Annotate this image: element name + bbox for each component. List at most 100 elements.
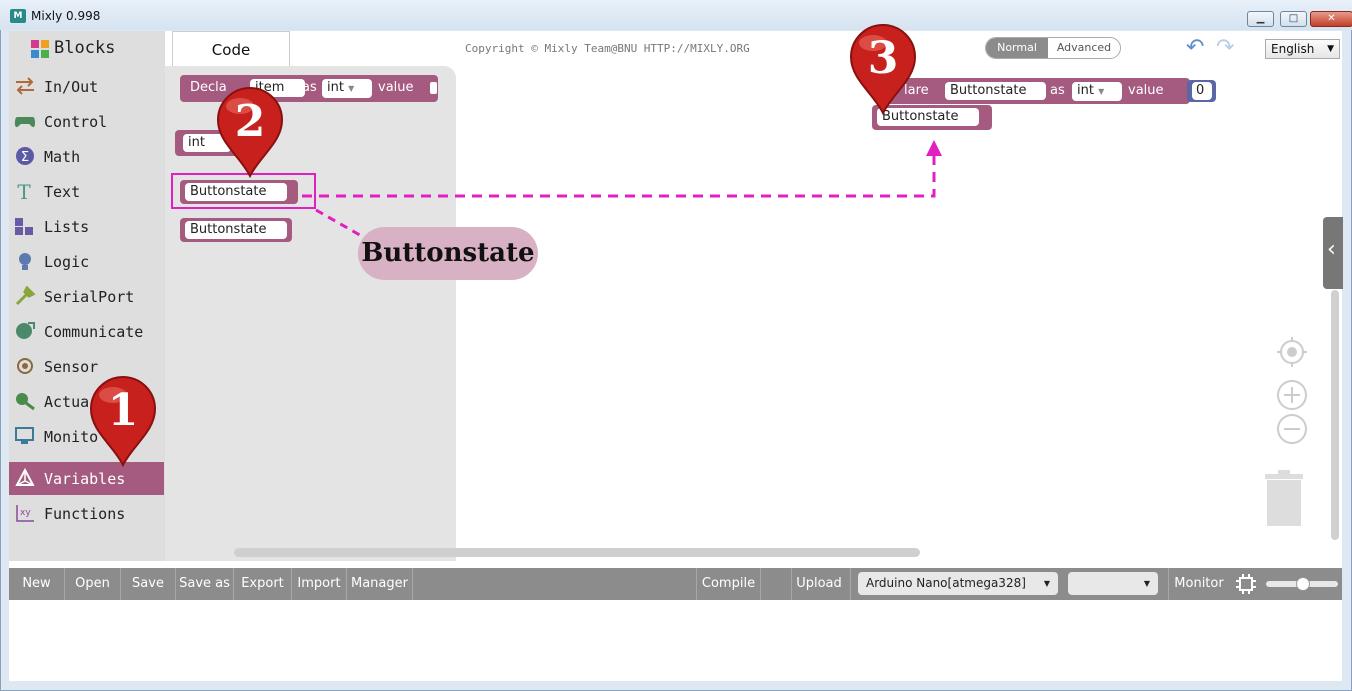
- annotation-text: Buttonstate: [361, 238, 535, 268]
- variable-setter-block[interactable]: Buttonstate: [180, 218, 292, 242]
- maximize-icon: □: [1288, 13, 1299, 24]
- sensor-icon: [17, 358, 33, 374]
- trash-icon[interactable]: [1264, 470, 1304, 528]
- toolbar-divider: [760, 568, 761, 600]
- sidebar-item-label: In/Out: [44, 78, 99, 96]
- mode-normal-button[interactable]: Normal: [986, 38, 1048, 58]
- mode-advanced-button[interactable]: Advanced: [1048, 38, 1120, 58]
- sidebar-item-label: SerialPort: [44, 288, 135, 306]
- arrows-icon: [16, 77, 34, 95]
- new-button[interactable]: New: [9, 568, 64, 600]
- sigma-icon: Σ: [16, 147, 34, 165]
- declare-as-label: as: [302, 80, 317, 95]
- open-button[interactable]: Open: [65, 568, 120, 600]
- workspace-declare-block[interactable]: lare Buttonstate as int ▼ value: [880, 78, 1190, 104]
- mode-toggle[interactable]: Normal Advanced: [985, 37, 1121, 59]
- recenter-icon[interactable]: [1276, 336, 1308, 368]
- app-logo-icon: M: [10, 9, 26, 23]
- maximize-button[interactable]: □: [1280, 11, 1307, 27]
- annotation-bubble: Buttonstate: [358, 227, 538, 280]
- declare-type-value: int: [327, 80, 344, 95]
- toolbar-divider: [412, 568, 413, 600]
- function-icon: xy: [16, 505, 34, 522]
- sidebar-item-lists[interactable]: Lists: [9, 210, 164, 243]
- number-block[interactable]: 0: [1187, 80, 1216, 102]
- declare-value-label: value: [1128, 83, 1164, 98]
- chevron-down-icon: ▼: [1327, 44, 1334, 54]
- close-icon: ✕: [1327, 13, 1336, 24]
- sidebar-item-communicate[interactable]: Communicate: [9, 315, 164, 348]
- toolbar-divider: [850, 568, 851, 600]
- language-value: English: [1271, 42, 1315, 56]
- save-button[interactable]: Save: [121, 568, 175, 600]
- tab-code-label: Code: [211, 41, 251, 59]
- port-select[interactable]: ▼: [1068, 572, 1158, 595]
- board-select[interactable]: Arduino Nano[atmega328] ▼: [858, 572, 1058, 595]
- language-select[interactable]: English ▼: [1265, 39, 1340, 59]
- sidebar-item-serialport[interactable]: SerialPort: [9, 280, 164, 313]
- compile-button[interactable]: Compile: [697, 568, 760, 600]
- sidebar-item-label: Math: [44, 148, 81, 166]
- puzzle-icon: [31, 40, 49, 58]
- svg-text:Σ: Σ: [21, 150, 29, 165]
- sidebar-item-label: Actua: [44, 393, 90, 411]
- side-panel-toggle[interactable]: ‹: [1323, 217, 1343, 289]
- marker-number: 2: [235, 96, 266, 147]
- variable-name-field[interactable]: Buttonstate: [185, 221, 287, 239]
- chevron-down-icon: ▼: [1098, 87, 1105, 96]
- vertical-scrollbar[interactable]: [1331, 290, 1339, 540]
- sidebar-item-text[interactable]: T Text: [9, 175, 164, 208]
- upload-button[interactable]: Upload: [792, 568, 846, 600]
- chevron-down-icon: ▼: [1143, 579, 1150, 588]
- sidebar-item-math[interactable]: Σ Math: [9, 140, 164, 173]
- marker-number: 1: [108, 385, 139, 436]
- copyright-text: Copyright © Mixly Team@BNU HTTP://MIXLY.…: [465, 42, 750, 55]
- zoom-in-icon[interactable]: [1276, 379, 1308, 411]
- close-button[interactable]: ✕: [1310, 11, 1352, 27]
- satellite-icon: [16, 322, 35, 339]
- undo-icon[interactable]: ↶: [1186, 37, 1210, 59]
- minimize-button[interactable]: ▁: [1247, 11, 1274, 27]
- actuator-icon: [16, 393, 35, 411]
- marker-pin-2: 2: [216, 87, 284, 178]
- sidebar-item-label: Control: [44, 113, 108, 131]
- declare-name-field[interactable]: Buttonstate: [945, 82, 1046, 100]
- redo-icon[interactable]: ↷: [1216, 37, 1240, 59]
- export-button[interactable]: Export: [234, 568, 291, 600]
- chevron-down-icon: ▼: [348, 84, 355, 93]
- number-field[interactable]: 0: [1192, 82, 1212, 100]
- declare-as-label: as: [1050, 83, 1065, 98]
- sidebar-item-label: Variables: [44, 470, 126, 488]
- sidebar-item-inout[interactable]: In/Out: [9, 70, 164, 103]
- chip-icon[interactable]: [1235, 573, 1257, 595]
- blocks-tab-label[interactable]: Blocks: [54, 38, 115, 58]
- sidebar-item-functions[interactable]: xy Functions: [9, 497, 164, 530]
- gamepad-icon: [14, 117, 36, 128]
- tab-code[interactable]: Code: [172, 31, 290, 66]
- minimize-icon: ▁: [1256, 13, 1265, 24]
- marker-pin-3: 3: [849, 24, 917, 115]
- manager-button[interactable]: Manager: [347, 568, 412, 600]
- board-value: Arduino Nano[atmega328]: [866, 576, 1026, 590]
- marker-number: 3: [868, 33, 899, 84]
- slider-handle[interactable]: [1296, 577, 1310, 591]
- sidebar-item-control[interactable]: Control: [9, 105, 164, 138]
- lightbulb-icon: [19, 253, 31, 270]
- zoom-slider[interactable]: [1266, 577, 1338, 591]
- declare-type-dropdown[interactable]: int ▼: [1072, 82, 1122, 101]
- chevron-down-icon: ▼: [1043, 579, 1050, 588]
- import-button[interactable]: Import: [292, 568, 346, 600]
- sidebar-item-label: Functions: [44, 505, 126, 523]
- input-notch: [430, 82, 437, 94]
- declare-type-dropdown[interactable]: int ▼: [322, 79, 372, 98]
- variables-icon: [15, 468, 35, 486]
- monitor-button[interactable]: Monitor: [1169, 568, 1229, 600]
- horizontal-scrollbar[interactable]: [234, 548, 920, 557]
- sidebar-item-logic[interactable]: Logic: [9, 245, 164, 278]
- chevron-left-icon: ‹: [1327, 237, 1336, 262]
- sidebar-item-label: Text: [44, 183, 81, 201]
- zoom-out-icon[interactable]: [1276, 413, 1308, 445]
- declare-value-label: value: [378, 80, 414, 95]
- output-console: [9, 600, 1342, 681]
- save-as-button[interactable]: Save as: [176, 568, 233, 600]
